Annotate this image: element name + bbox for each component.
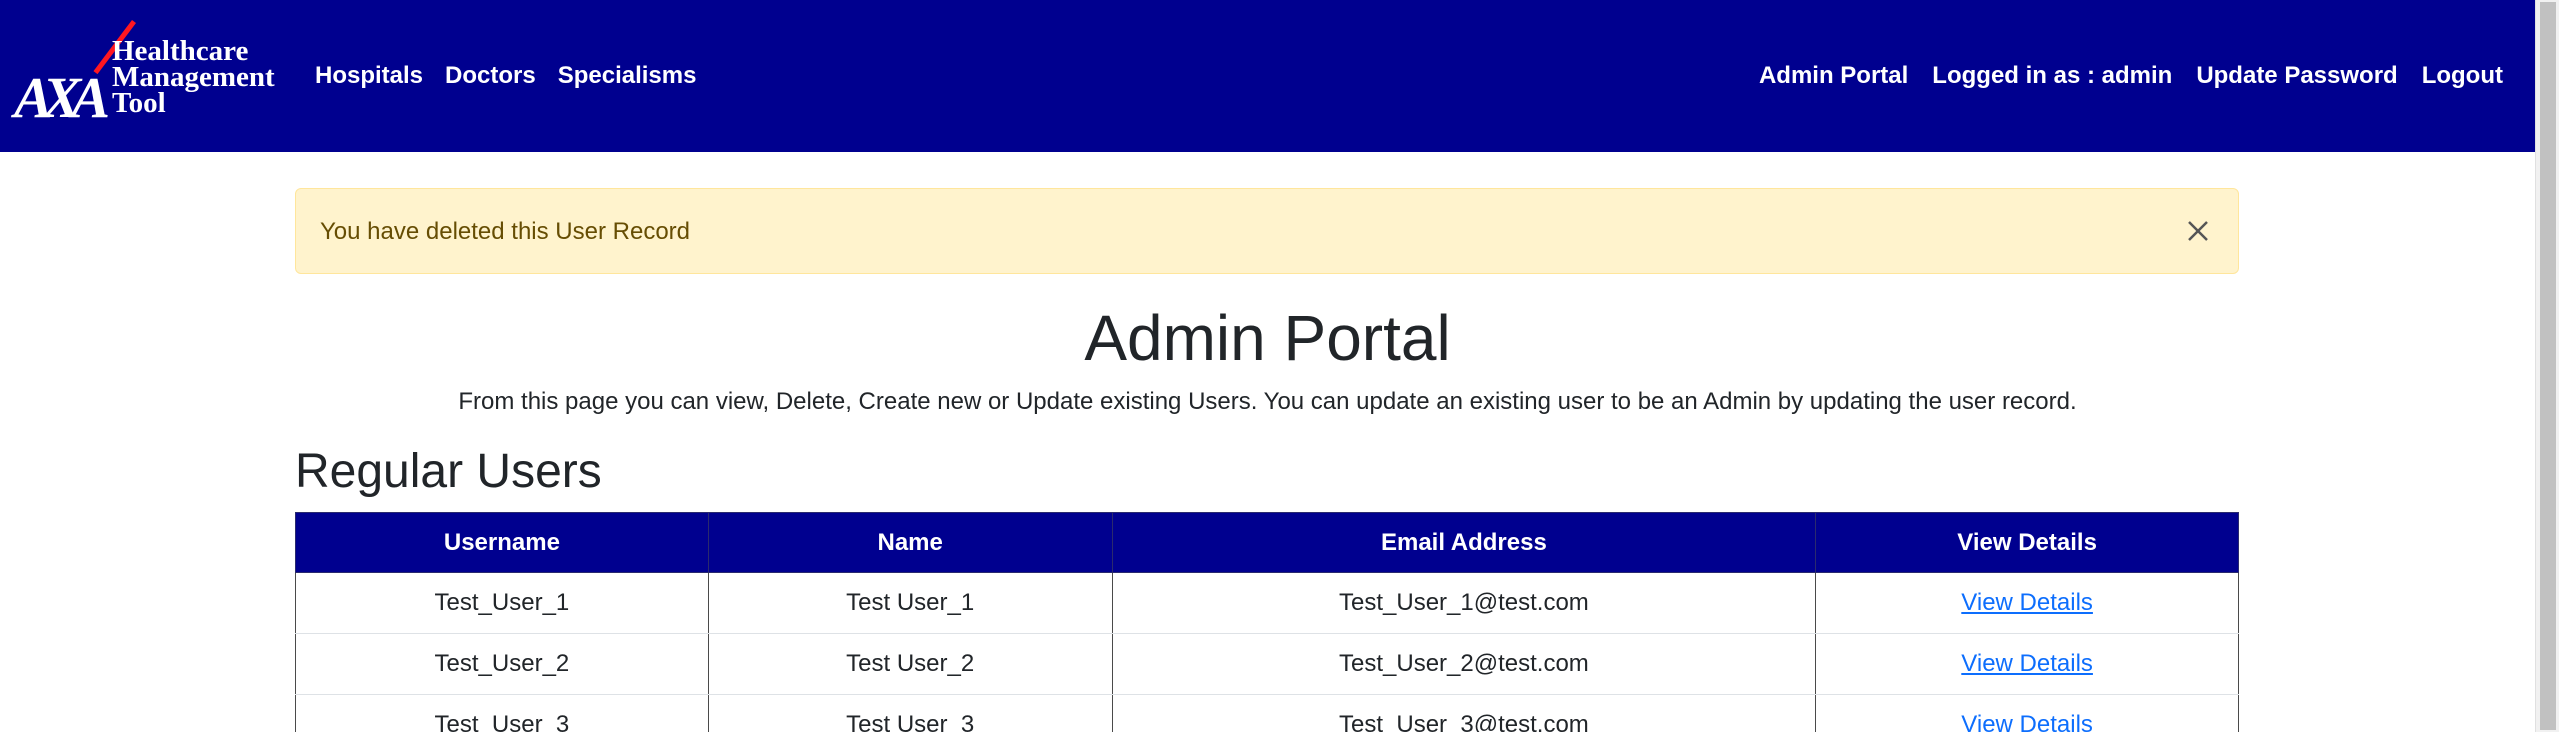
logo-text: Healthcare Management Tool [112,37,275,119]
cell-username: Test_User_2 [295,633,709,695]
regular-users-table: Username Name Email Address View Details… [295,512,2239,732]
table-row: Test_User_3 Test User_3 Test_User_3@test… [295,694,2239,732]
column-header-username: Username [295,512,709,573]
logged-in-user[interactable]: Logged in as : admin [1932,62,2172,90]
nav-link-update-password[interactable]: Update Password [2196,62,2397,90]
nav-right-links: Admin Portal Logged in as : admin Update… [1735,0,2503,152]
vertical-scrollbar[interactable] [2535,0,2559,732]
scrollbar-thumb[interactable] [2540,2,2556,730]
nav-link-doctors[interactable]: Doctors [445,62,536,90]
cell-view-details: View Details [1815,694,2239,732]
table-row: Test_User_2 Test User_2 Test_User_2@test… [295,633,2239,695]
cell-view-details: View Details [1815,633,2239,695]
nav-link-admin-portal[interactable]: Admin Portal [1759,62,1908,90]
nav-link-specialisms[interactable]: Specialisms [558,62,697,90]
brand-logo[interactable]: AXA Healthcare Management Tool [14,18,284,128]
cell-view-details: View Details [1815,572,2239,634]
cell-name: Test User_2 [707,633,1113,695]
top-navbar: AXA Healthcare Management Tool Hospitals… [0,0,2535,152]
page-description: From this page you can view, Delete, Cre… [458,388,2077,415]
column-header-name: Name [707,512,1113,573]
table-header-row: Username Name Email Address View Details [295,512,2239,573]
table-row: Test_User_1 Test User_1 Test_User_1@test… [295,572,2239,634]
cell-name: Test User_1 [707,572,1113,634]
view-details-link[interactable]: View Details [1961,711,2093,732]
page-title: Admin Portal [1084,302,1451,374]
nav-left-links: Hospitals Doctors Specialisms [315,0,718,152]
cell-username: Test_User_3 [295,694,709,732]
close-icon[interactable] [2176,209,2220,253]
column-header-view-details: View Details [1815,512,2239,573]
cell-email: Test_User_1@test.com [1111,572,1817,634]
cell-email: Test_User_2@test.com [1111,633,1817,695]
cell-email: Test_User_3@test.com [1111,694,1817,732]
view-details-link[interactable]: View Details [1961,589,2093,616]
deleted-alert: You have deleted this User Record [295,188,2239,274]
regular-users-heading: Regular Users [295,445,602,498]
alert-message: You have deleted this User Record [320,218,691,245]
axa-logo-mark: AXA [14,65,110,130]
nav-link-logout[interactable]: Logout [2422,62,2503,90]
cell-username: Test_User_1 [295,572,709,634]
nav-link-hospitals[interactable]: Hospitals [315,62,423,90]
logo-text-line: Tool [112,87,166,119]
cell-name: Test User_3 [707,694,1113,732]
view-details-link[interactable]: View Details [1961,650,2093,677]
column-header-email: Email Address [1111,512,1817,573]
